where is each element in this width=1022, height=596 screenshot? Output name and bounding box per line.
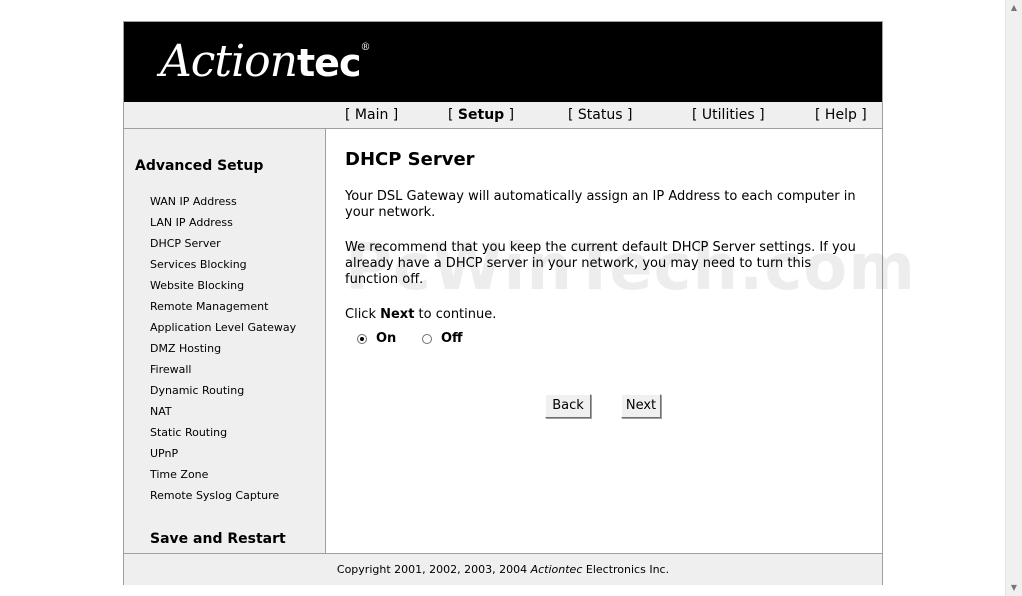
recommendation-text: We recommend that you keep the current d… (345, 240, 856, 287)
sidebar-item-static-routing[interactable]: Static Routing (150, 424, 296, 445)
dhcp-off-radio[interactable] (422, 333, 432, 344)
top-nav: [ Main ] [ Setup ] [ Status ] [ Utilitie… (124, 102, 882, 129)
nav-status[interactable]: [ Status ] (568, 107, 632, 123)
sidebar-item-website-blocking[interactable]: Website Blocking (150, 277, 296, 298)
sidebar-item-dmz-hosting[interactable]: DMZ Hosting (150, 340, 296, 361)
dhcp-off-option[interactable]: Off (422, 331, 463, 346)
sidebar: Advanced Setup WAN IP Address LAN IP Add… (124, 129, 326, 553)
back-button[interactable]: Back (545, 394, 591, 418)
nav-help[interactable]: [ Help ] (815, 107, 867, 123)
instruction-text: Click Next to continue. (345, 307, 497, 322)
nav-main[interactable]: [ Main ] (345, 107, 398, 123)
sidebar-item-time-zone[interactable]: Time Zone (150, 466, 296, 487)
scroll-up-icon[interactable]: ▲ (1006, 0, 1022, 16)
nav-setup[interactable]: [ Setup ] (448, 107, 514, 123)
header-banner: Actiontec® (124, 22, 882, 102)
sidebar-menu: WAN IP Address LAN IP Address DHCP Serve… (150, 193, 296, 508)
sidebar-title: Advanced Setup (135, 158, 264, 174)
sidebar-item-wan-ip-address[interactable]: WAN IP Address (150, 193, 296, 214)
sidebar-item-remote-syslog-capture[interactable]: Remote Syslog Capture (150, 487, 296, 508)
page-title: DHCP Server (345, 149, 475, 170)
sidebar-item-lan-ip-address[interactable]: LAN IP Address (150, 214, 296, 235)
dhcp-on-label: On (376, 331, 397, 346)
sidebar-item-application-level-gateway[interactable]: Application Level Gateway (150, 319, 296, 340)
scroll-down-icon[interactable]: ▼ (1006, 580, 1022, 596)
save-and-restart-link[interactable]: Save and Restart (150, 531, 286, 547)
nav-utilities[interactable]: [ Utilities ] (692, 107, 765, 123)
sidebar-item-remote-management[interactable]: Remote Management (150, 298, 296, 319)
next-button[interactable]: Next (621, 394, 661, 418)
router-page: Actiontec® [ Main ] [ Setup ] [ Status ]… (123, 21, 915, 585)
actiontec-logo: Actiontec® (160, 36, 370, 87)
vertical-scrollbar[interactable]: ▲ ▼ (1005, 0, 1022, 596)
sidebar-item-dynamic-routing[interactable]: Dynamic Routing (150, 382, 296, 403)
sidebar-item-dhcp-server[interactable]: DHCP Server (150, 235, 296, 256)
sidebar-item-services-blocking[interactable]: Services Blocking (150, 256, 296, 277)
dhcp-on-radio[interactable] (357, 333, 367, 344)
main-content: PcWinTech.com DHCP Server Your DSL Gatew… (345, 129, 915, 553)
sidebar-item-firewall[interactable]: Firewall (150, 361, 296, 382)
dhcp-off-label: Off (441, 331, 463, 346)
description-text: Your DSL Gateway will automatically assi… (345, 189, 856, 220)
sidebar-item-upnp[interactable]: UPnP (150, 445, 296, 466)
sidebar-item-nat[interactable]: NAT (150, 403, 296, 424)
dhcp-on-option[interactable]: On (357, 331, 396, 346)
footer-copyright: Copyright 2001, 2002, 2003, 2004 Actiont… (124, 553, 882, 585)
